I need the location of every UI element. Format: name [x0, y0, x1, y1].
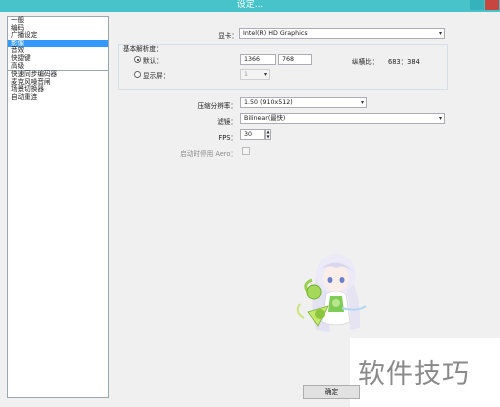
filter-select[interactable]: Bilinear(最快) ▾: [240, 113, 445, 124]
monitor-resolution-radio[interactable]: [134, 71, 141, 78]
window-titlebar: 设定...: [0, 0, 500, 12]
sidebar-item-auto-reconnect[interactable]: 自动重连: [8, 93, 108, 102]
chevron-down-icon: ▾: [438, 30, 442, 37]
filter-label: 滤镜：: [217, 118, 237, 126]
filter-value: Bilinear(最快): [244, 115, 286, 122]
aspect-value: 683：384: [388, 58, 420, 66]
chevron-down-icon: ▾: [438, 115, 442, 122]
chevron-down-icon: ▾: [360, 99, 364, 106]
fps-input[interactable]: 30: [240, 129, 265, 140]
fps-stepper[interactable]: ▲ ▼: [265, 129, 271, 140]
default-label: 默认：: [143, 57, 163, 65]
downscale-value: 1.50 (910x512): [244, 99, 293, 106]
window-title: 设定...: [236, 0, 264, 10]
ok-button[interactable]: 确定: [303, 385, 360, 399]
monitor-label: 显示屏：: [143, 72, 170, 80]
chevron-down-icon: ▾: [263, 71, 267, 78]
disable-aero-checkbox[interactable]: [242, 147, 250, 155]
minimize-button[interactable]: [470, 0, 484, 10]
base-resolution-group: [118, 44, 448, 90]
fps-label: FPS：: [218, 134, 237, 142]
watermark-text: 软件技巧: [358, 359, 470, 390]
watermark: 软件技巧: [350, 338, 500, 407]
settings-category-list[interactable]: 一般 编码 广播设定 影像 音效 快捷键 高级 快速同步编码器 麦克风噪音闸 场…: [7, 16, 109, 398]
spin-down-icon[interactable]: ▼: [266, 134, 270, 140]
downscale-select[interactable]: 1.50 (910x512) ▾: [240, 97, 367, 108]
monitor-select[interactable]: 1 ▾: [240, 69, 270, 80]
anime-girl-illustration: [296, 254, 367, 332]
aspect-label: 纵横比：: [352, 58, 379, 66]
adapter-select[interactable]: Intel(R) HD Graphics ▾: [239, 28, 445, 39]
downscale-label: 压缩分辨率：: [197, 102, 237, 110]
aero-label: 启动时停用 Aero：: [180, 150, 237, 158]
width-input[interactable]: 1366: [240, 54, 276, 65]
adapter-label: 显卡：: [218, 32, 238, 40]
default-resolution-radio[interactable]: [134, 56, 141, 63]
monitor-value: 1: [244, 71, 249, 78]
height-input[interactable]: 768: [278, 54, 312, 65]
close-button[interactable]: [485, 0, 499, 10]
adapter-value: Intel(R) HD Graphics: [243, 30, 308, 37]
